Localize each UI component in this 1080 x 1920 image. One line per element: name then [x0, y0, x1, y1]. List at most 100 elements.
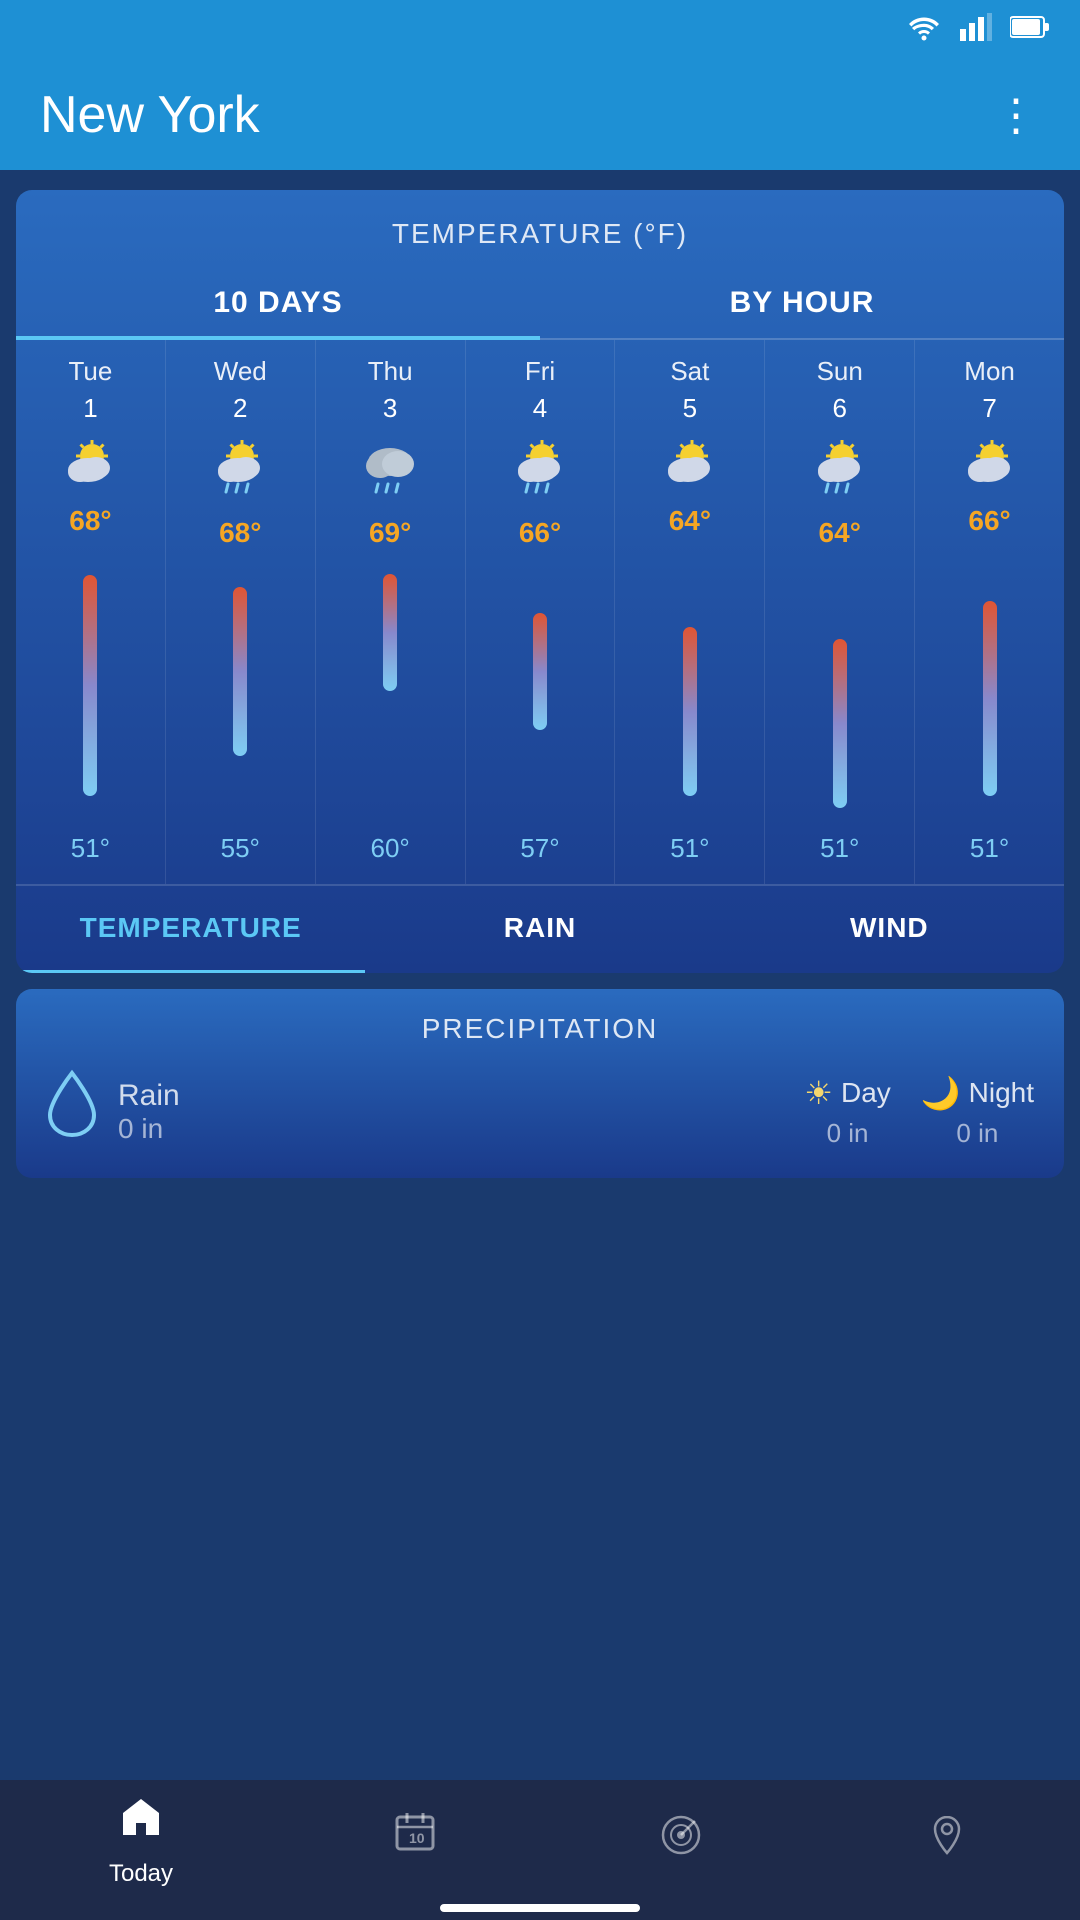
signal-icon	[960, 13, 992, 48]
day-col-thu[interactable]: Thu 3 69° 60°	[316, 340, 466, 884]
battery-icon	[1010, 14, 1050, 46]
temp-bar-container	[769, 557, 910, 825]
day-name: Sat	[670, 356, 709, 387]
temp-bar-container	[320, 557, 461, 825]
precipitation-card: PRECIPITATION Rain 0 in ☀ Day 0 in 🌙	[16, 989, 1064, 1178]
view-tabs: 10 DAYS BY HOUR	[16, 266, 1064, 340]
night-info: 🌙 Night 0 in	[921, 1074, 1034, 1149]
metric-tab-wind[interactable]: WIND	[715, 886, 1064, 973]
day-col-fri[interactable]: Fri 4 66° 57°	[466, 340, 616, 884]
weather-icon	[362, 434, 418, 507]
nav-today[interactable]: Today	[109, 1793, 173, 1888]
low-temp: 57°	[520, 833, 559, 864]
weather-icon	[662, 434, 718, 495]
day-num: 3	[383, 393, 397, 424]
home-icon	[117, 1793, 165, 1852]
weather-icon	[812, 434, 868, 507]
day-num: 2	[233, 393, 247, 424]
day-label: ☀ Day	[804, 1074, 890, 1112]
night-label: 🌙 Night	[921, 1074, 1034, 1112]
weather-icon	[62, 434, 118, 495]
calendar-icon: 10	[391, 1807, 439, 1866]
low-temp: 51°	[970, 833, 1009, 864]
metric-tabs: TEMPERATURE RAIN WIND	[16, 884, 1064, 973]
main-weather-card: TEMPERATURE (°F) 10 DAYS BY HOUR Tue 1 6…	[16, 190, 1064, 973]
rain-value: 0 in	[118, 1113, 180, 1145]
day-num: 4	[533, 393, 547, 424]
low-temp: 51°	[820, 833, 859, 864]
nav-location[interactable]	[923, 1811, 971, 1870]
day-name: Wed	[214, 356, 267, 387]
day-num: 6	[832, 393, 846, 424]
precip-header: PRECIPITATION	[46, 1013, 1034, 1045]
day-num: 1	[83, 393, 97, 424]
low-temp: 60°	[370, 833, 409, 864]
temp-bar	[833, 639, 847, 808]
tab-10-days[interactable]: 10 DAYS	[16, 266, 540, 338]
high-temp: 64°	[669, 505, 711, 537]
day-name: Fri	[525, 356, 555, 387]
bottom-navigation: Today 10	[0, 1780, 1080, 1920]
location-icon	[923, 1811, 971, 1870]
precip-row: Rain 0 in ☀ Day 0 in 🌙 Night 0 in	[46, 1069, 1034, 1154]
temp-bar	[533, 613, 547, 730]
weather-icon	[212, 434, 268, 507]
high-temp: 69°	[369, 517, 411, 549]
svg-text:10: 10	[409, 1830, 425, 1846]
nav-calendar[interactable]: 10	[391, 1807, 439, 1874]
weather-icon	[962, 434, 1018, 495]
metric-tab-temperature[interactable]: TEMPERATURE	[16, 886, 365, 973]
low-temp: 51°	[670, 833, 709, 864]
day-name: Mon	[964, 356, 1015, 387]
high-temp: 66°	[968, 505, 1010, 537]
day-night-info: ☀ Day 0 in 🌙 Night 0 in	[804, 1074, 1034, 1149]
night-precip-value: 0 in	[956, 1118, 998, 1149]
temp-bar	[233, 587, 247, 756]
high-temp: 68°	[69, 505, 111, 537]
temp-bar-container	[470, 557, 611, 825]
temp-bar	[683, 627, 697, 796]
temp-bar	[383, 574, 397, 691]
temperature-header: TEMPERATURE (°F)	[16, 190, 1064, 266]
day-name: Sun	[817, 356, 863, 387]
nav-radar[interactable]	[657, 1811, 705, 1870]
metric-tab-rain[interactable]: RAIN	[365, 886, 714, 973]
day-col-wed[interactable]: Wed 2 68° 55°	[166, 340, 316, 884]
day-num: 5	[683, 393, 697, 424]
temp-bar-container	[20, 545, 161, 825]
moon-icon: 🌙	[921, 1074, 961, 1112]
low-temp: 51°	[71, 833, 110, 864]
rain-drop-icon	[46, 1069, 98, 1154]
low-temp: 55°	[221, 833, 260, 864]
day-col-mon[interactable]: Mon 7 66° 51°	[915, 340, 1064, 884]
temp-bar	[83, 575, 97, 796]
temp-bar-container	[919, 545, 1060, 825]
radar-icon	[657, 1811, 705, 1870]
nav-today-label: Today	[109, 1860, 173, 1888]
day-col-tue[interactable]: Tue 1 68° 51°	[16, 340, 166, 884]
day-name: Thu	[368, 356, 413, 387]
weather-icon	[512, 434, 568, 507]
precip-info: Rain 0 in	[118, 1079, 180, 1145]
day-precip-value: 0 in	[827, 1118, 869, 1149]
day-col-sun[interactable]: Sun 6 64° 51°	[765, 340, 915, 884]
day-name: Tue	[69, 356, 113, 387]
high-temp: 64°	[819, 517, 861, 549]
rain-label: Rain	[118, 1079, 180, 1113]
temp-bar-container	[619, 545, 760, 825]
temp-bar-container	[170, 557, 311, 825]
menu-button[interactable]: ⋮	[994, 90, 1040, 141]
status-bar	[0, 0, 1080, 60]
high-temp: 66°	[519, 517, 561, 549]
app-title: New York	[40, 85, 260, 145]
day-col-sat[interactable]: Sat 5 64° 51°	[615, 340, 765, 884]
tab-by-hour[interactable]: BY HOUR	[540, 266, 1064, 338]
wifi-icon	[906, 13, 942, 48]
app-bar: New York ⋮	[0, 60, 1080, 170]
temp-bar	[983, 601, 997, 796]
bottom-bar-indicator	[440, 1904, 640, 1912]
days-grid: Tue 1 68° 51° Wed 2	[16, 340, 1064, 884]
sun-icon: ☀	[804, 1074, 833, 1112]
day-info: ☀ Day 0 in	[804, 1074, 890, 1149]
high-temp: 68°	[219, 517, 261, 549]
